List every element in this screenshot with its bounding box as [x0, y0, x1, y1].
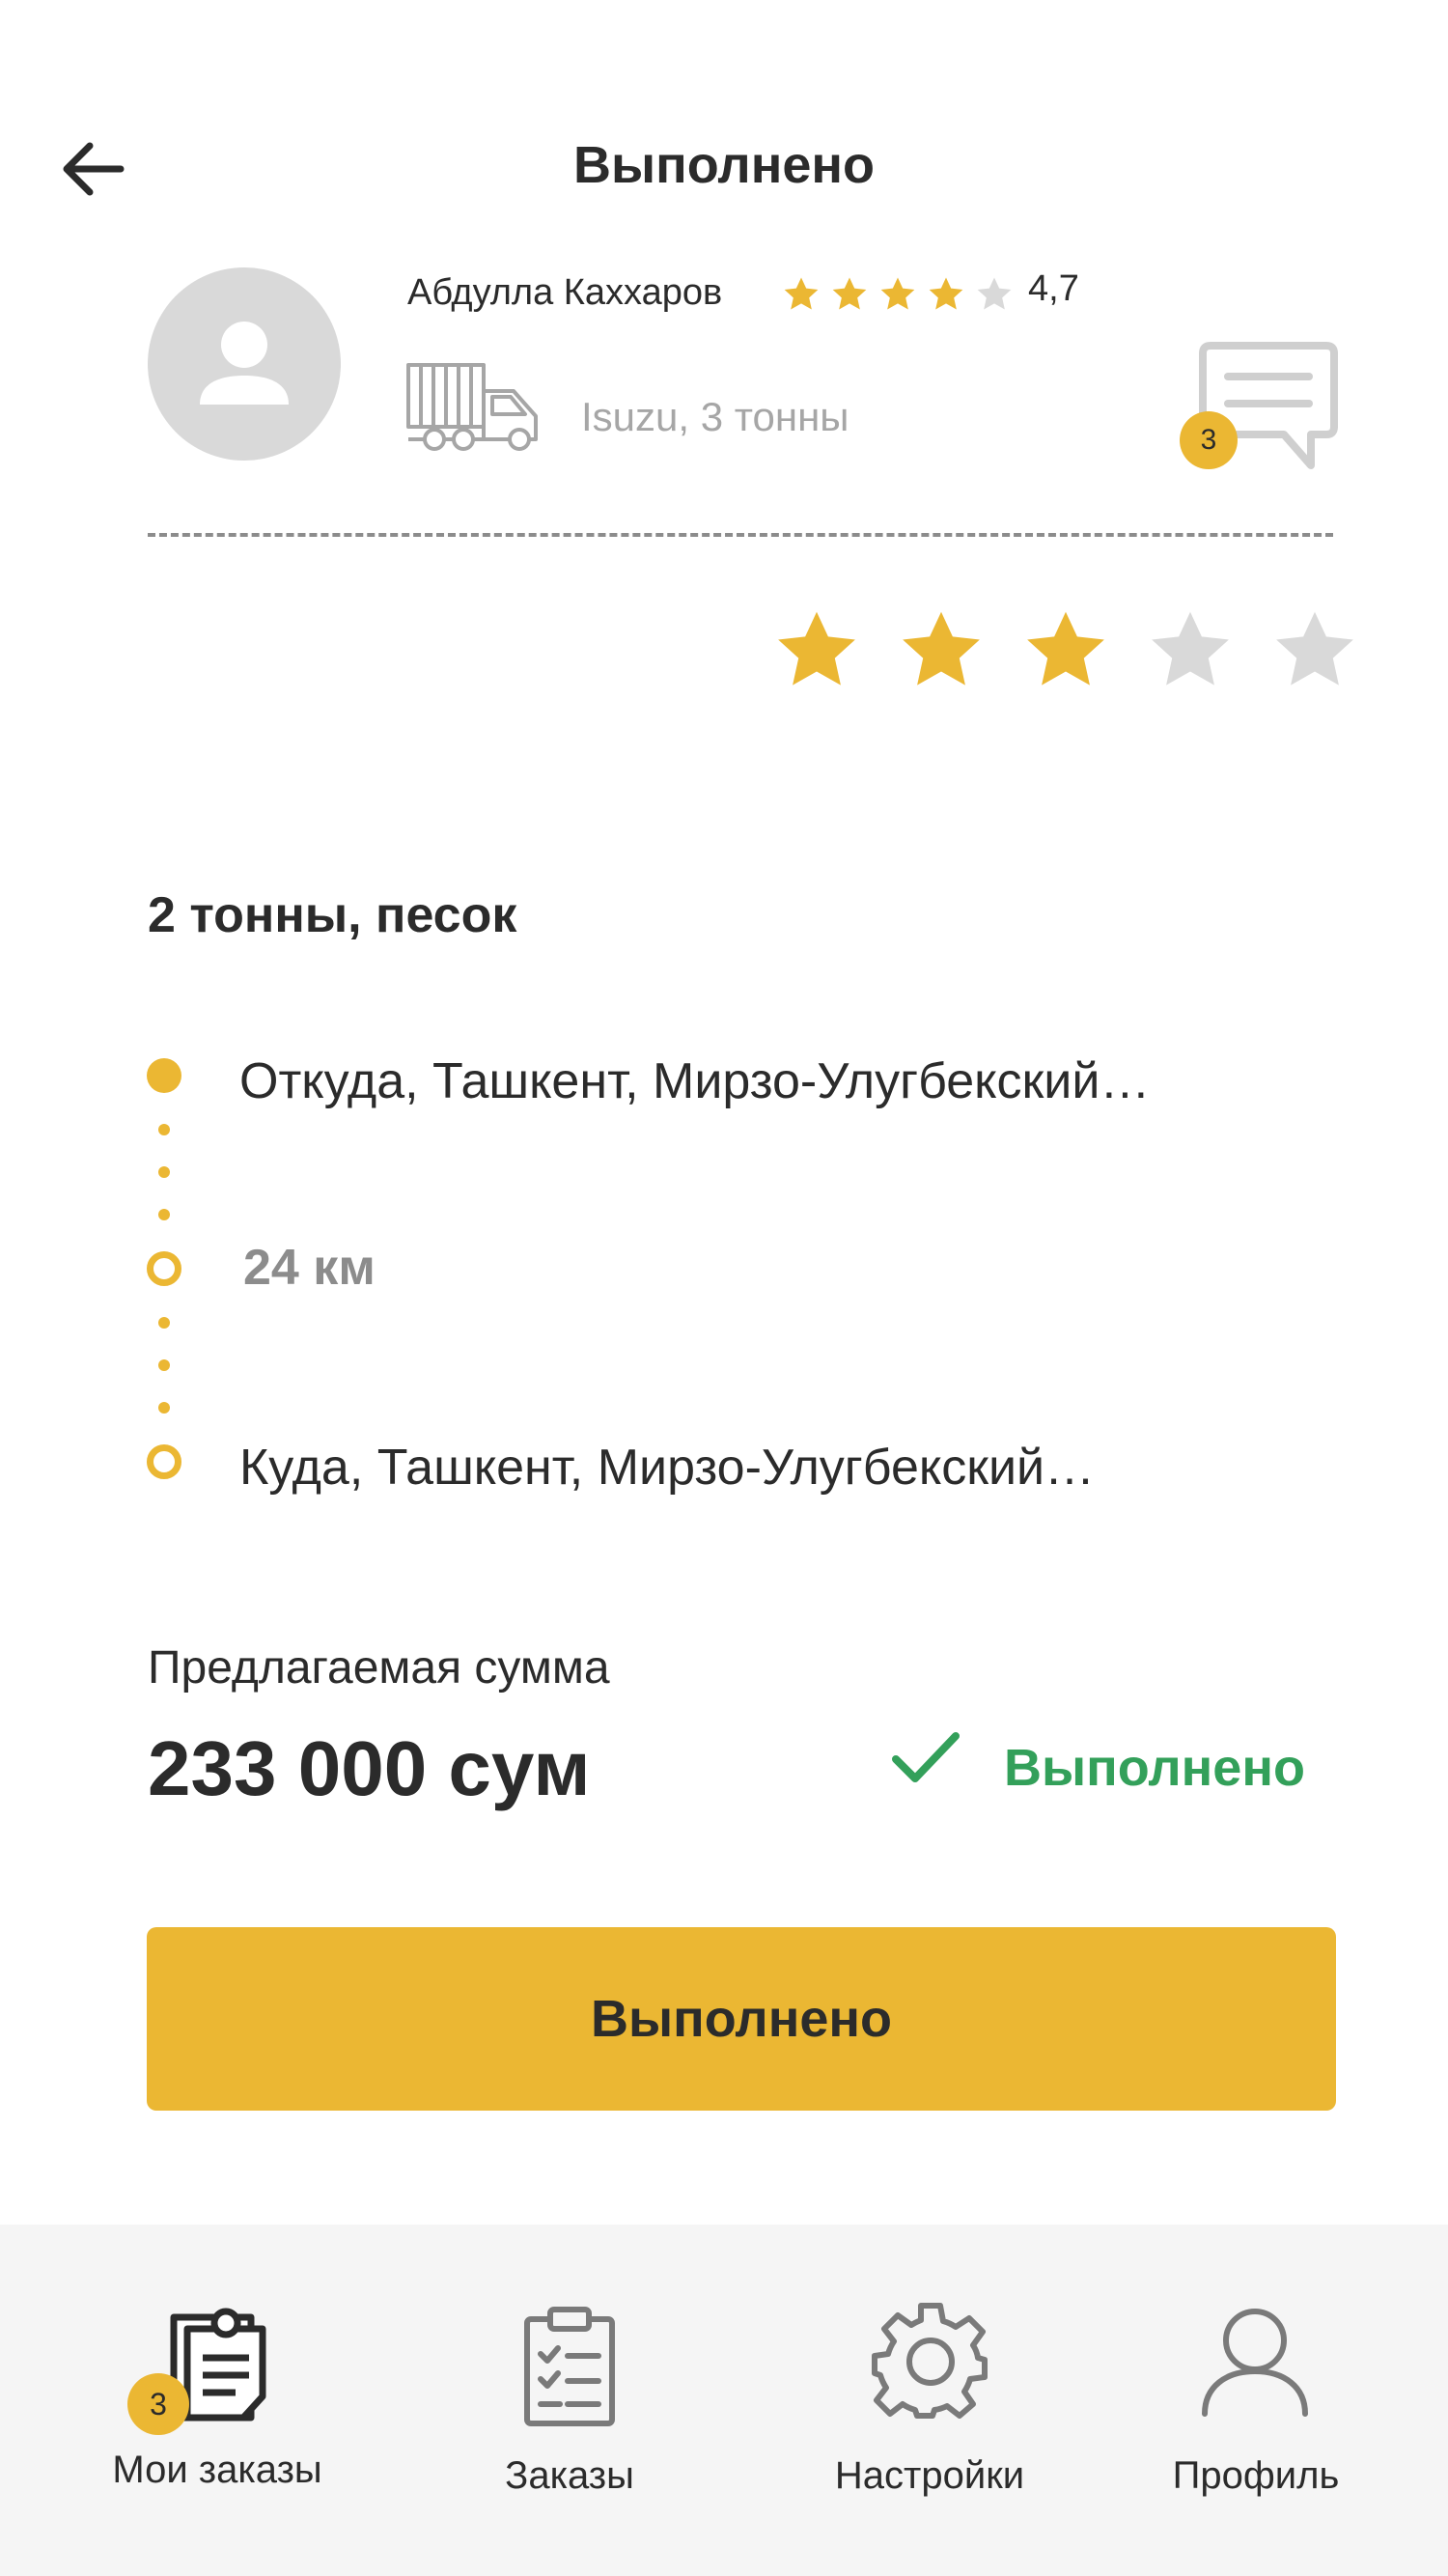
star-empty-icon[interactable]	[1146, 606, 1235, 700]
check-icon	[890, 1730, 961, 1793]
person-icon	[1202, 2309, 1308, 2417]
status-text: Выполнено	[1004, 1739, 1305, 1797]
price-label: Предлагаемая сумма	[148, 1642, 610, 1694]
vehicle-label: Isuzu, 3 тонны	[581, 394, 849, 439]
nav-label: Профиль	[1172, 2454, 1340, 2497]
clipboard-icon	[524, 2307, 615, 2426]
divider	[148, 533, 1333, 537]
route-mid-marker	[147, 1251, 181, 1286]
route-start-marker	[147, 1058, 181, 1093]
cargo-title: 2 тонны, песок	[148, 887, 517, 943]
driver-rating-stars	[782, 275, 1014, 319]
bottom-nav: 3 Мои заказы Заказы Настройки Профиль	[0, 2225, 1448, 2576]
star-filled-icon[interactable]	[772, 606, 861, 700]
route-end-marker	[147, 1444, 181, 1479]
star-filled-icon	[878, 275, 917, 319]
price-value: 233 000 сум	[148, 1725, 591, 1811]
route-to: Куда, Ташкент, Мирзо-Улугбекский…	[239, 1440, 1096, 1496]
star-filled-icon[interactable]	[1021, 606, 1110, 700]
nav-label: Мои заказы	[112, 2449, 322, 2491]
route-dot	[158, 1124, 170, 1135]
nav-label: Настройки	[834, 2454, 1025, 2497]
route-distance: 24 км	[243, 1240, 376, 1296]
person-placeholder-icon	[200, 322, 289, 405]
star-filled-icon[interactable]	[897, 606, 986, 700]
route-from: Откуда, Ташкент, Мирзо-Улугбекский…	[239, 1053, 1151, 1109]
route-dot	[158, 1359, 170, 1371]
truck-icon	[405, 362, 541, 456]
route-dot	[158, 1317, 170, 1329]
nav-item-profile[interactable]: Профиль	[1149, 2225, 1363, 2576]
star-filled-icon	[782, 275, 821, 319]
route-dot	[158, 1166, 170, 1178]
route-dot	[158, 1209, 170, 1220]
completed-button[interactable]: Выполнено	[147, 1927, 1336, 2111]
nav-item-orders[interactable]: Заказы	[444, 2225, 695, 2576]
nav-badge: 3	[127, 2373, 189, 2435]
gear-icon	[872, 2303, 988, 2419]
rate-driver-stars[interactable]	[772, 606, 1359, 700]
page-title: Выполнено	[573, 136, 875, 194]
nav-label: Заказы	[505, 2454, 634, 2497]
route-dot	[158, 1402, 170, 1414]
star-filled-icon	[830, 275, 869, 319]
driver-name: Абдулла Каххаров	[407, 272, 723, 313]
star-empty-icon[interactable]	[1270, 606, 1359, 700]
nav-item-my-orders[interactable]: 3 Мои заказы	[77, 2225, 357, 2576]
star-filled-icon	[927, 275, 965, 319]
chat-badge: 3	[1180, 411, 1238, 469]
avatar	[148, 267, 341, 461]
star-empty-icon	[975, 275, 1014, 319]
nav-item-settings[interactable]: Настройки	[803, 2225, 1056, 2576]
driver-rating-value: 4,7	[1028, 268, 1079, 309]
